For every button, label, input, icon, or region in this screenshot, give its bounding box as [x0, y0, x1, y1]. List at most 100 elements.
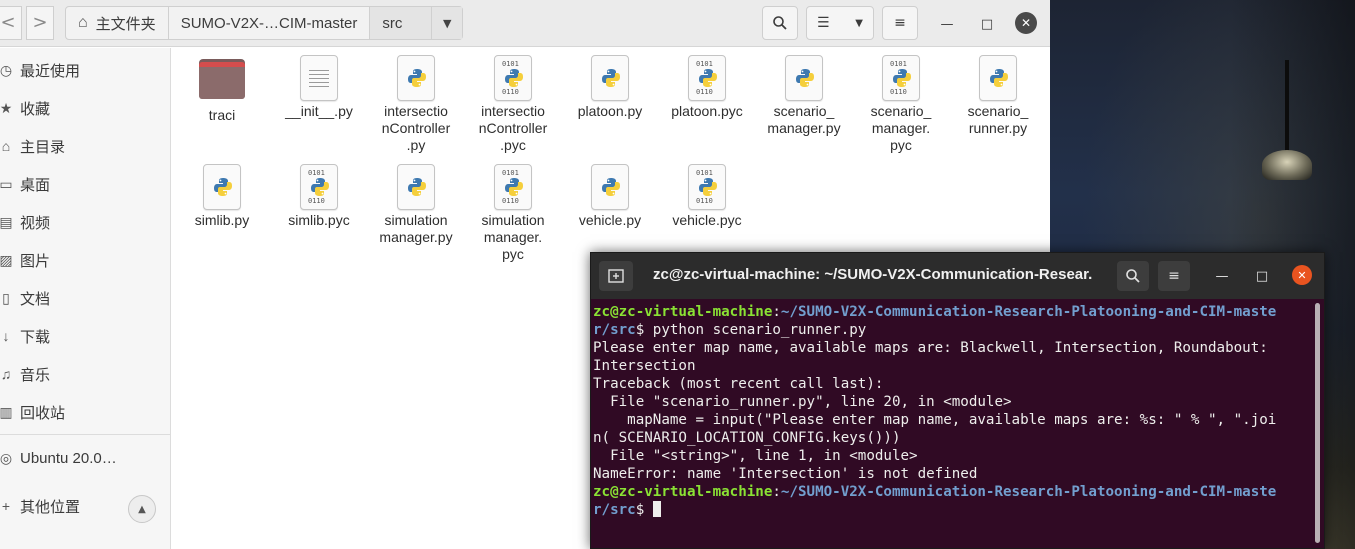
terminal-line: Intersection: [593, 357, 1313, 375]
minimize-button[interactable]: —: [935, 12, 959, 36]
python-logo-icon: [893, 69, 911, 87]
sidebar-item-other-locations[interactable]: + 其他位置: [0, 487, 171, 525]
file-item[interactable]: 0101 0110 simlib.pyc: [273, 164, 365, 229]
python-file-icon: [591, 164, 629, 210]
terminal-menu-button[interactable]: ≡: [1158, 261, 1190, 291]
file-item[interactable]: simlib.py: [176, 164, 268, 229]
python-bytecode-icon: 0101 0110: [688, 164, 726, 210]
wallpaper-lamp: [1262, 150, 1312, 180]
file-item[interactable]: traci: [176, 55, 268, 124]
sidebar-item-starred[interactable]: ★ 收藏: [0, 89, 171, 127]
file-item[interactable]: simulation manager.py: [370, 164, 462, 246]
file-item[interactable]: 0101 0110 platoon.pyc: [661, 55, 753, 120]
prompt-user: zc@zc-virtual-machine: [593, 304, 773, 320]
terminal-output[interactable]: zc@zc-virtual-machine:~/SUMO-V2X-Communi…: [593, 303, 1313, 543]
python-logo-icon: [311, 178, 329, 196]
file-item[interactable]: scenario_ manager.py: [758, 55, 850, 137]
clock-icon: ◷: [0, 61, 13, 78]
terminal-maximize-button[interactable]: □: [1251, 265, 1273, 287]
terminal-minimize-button[interactable]: —: [1211, 265, 1233, 287]
terminal-text: mapName = input("Please enter map name, …: [593, 412, 1277, 428]
new-tab-icon: [608, 269, 624, 283]
terminal-line: File "<string>", line 1, in <module>: [593, 447, 1313, 465]
back-button[interactable]: <: [0, 6, 22, 40]
home-icon: ⌂: [78, 14, 88, 31]
sidebar-item-documents[interactable]: ▯ 文档: [0, 279, 171, 317]
terminal-text: Please enter map name, available maps ar…: [593, 340, 1268, 356]
terminal-line: File "scenario_runner.py", line 20, in <…: [593, 393, 1313, 411]
file-item[interactable]: 0101 0110 simulation manager. pyc: [467, 164, 559, 263]
file-item[interactable]: scenario_ runner.py: [952, 55, 1044, 137]
breadcrumb-src[interactable]: src: [370, 7, 432, 39]
file-name: simlib.py: [194, 212, 250, 228]
terminal-line: zc@zc-virtual-machine:~/SUMO-V2X-Communi…: [593, 303, 1313, 321]
python-logo-icon: [796, 69, 814, 87]
sidebar-item-pictures[interactable]: ▨ 图片: [0, 241, 171, 279]
file-name: simulation manager.py: [379, 212, 453, 245]
prompt-path: ~/SUMO-V2X-Communication-Research-Platoo…: [780, 484, 1277, 500]
terminal-line: r/src$ python scenario_runner.py: [593, 321, 1313, 339]
view-toggle[interactable]: ☰ ▼: [806, 6, 874, 40]
new-tab-button[interactable]: [599, 261, 633, 291]
maximize-button[interactable]: □: [975, 12, 999, 36]
python-logo-icon: [602, 69, 620, 87]
breadcrumb-dropdown[interactable]: ▼: [431, 7, 462, 39]
file-name: scenario_ manager.py: [767, 103, 841, 136]
python-logo-icon: [408, 178, 426, 196]
sidebar-item-label: Ubuntu 20.0…: [20, 449, 117, 467]
terminal-line: mapName = input("Please enter map name, …: [593, 411, 1313, 429]
video-icon: ▤: [0, 213, 13, 230]
file-item[interactable]: 0101 0110 intersectio nController .pyc: [467, 55, 559, 154]
sidebar-item-label: 回收站: [20, 404, 66, 422]
search-button[interactable]: [762, 6, 798, 40]
sidebar-item-label: 图片: [20, 252, 51, 270]
sidebar-item-recent[interactable]: ◷ 最近使用: [0, 51, 171, 89]
hamburger-icon: ≡: [894, 15, 906, 31]
terminal-search-button[interactable]: [1117, 261, 1149, 291]
menu-button[interactable]: ≡: [882, 6, 918, 40]
terminal-text: Intersection: [593, 358, 696, 374]
python-bytecode-icon: 0101 0110: [882, 55, 920, 101]
sidebar-item-label: 音乐: [20, 366, 51, 384]
sidebar-item-desktop[interactable]: ▭ 桌面: [0, 165, 171, 203]
file-item[interactable]: intersectio nController .py: [370, 55, 462, 154]
python-logo-icon: [214, 178, 232, 196]
terminal-text: Traceback (most recent call last):: [593, 376, 884, 392]
file-name: intersectio nController .pyc: [478, 103, 548, 153]
python-bytecode-icon: 0101 0110: [688, 55, 726, 101]
file-item[interactable]: 0101 0110 vehicle.pyc: [661, 164, 753, 229]
python-logo-icon: [505, 69, 523, 87]
file-manager-header: < > ⌂ 主文件夹 SUMO-V2X-…CIM-master src ▼ ☰ …: [0, 0, 1050, 47]
breadcrumb-project[interactable]: SUMO-V2X-…CIM-master: [169, 7, 371, 39]
terminal-close-button[interactable]: ✕: [1292, 265, 1312, 285]
sidebar-item-label: 主目录: [20, 138, 66, 156]
file-name: scenario_ runner.py: [967, 103, 1029, 136]
star-icon: ★: [0, 99, 13, 116]
breadcrumb-label: SUMO-V2X-…CIM-master: [180, 14, 358, 32]
file-item[interactable]: vehicle.py: [564, 164, 656, 229]
sidebar-item-home[interactable]: ⌂ 主目录: [0, 127, 171, 165]
text-file-icon: [300, 55, 338, 101]
breadcrumb-home[interactable]: ⌂ 主文件夹: [66, 7, 169, 39]
sidebar-item-ubuntu-disc[interactable]: ◎ Ubuntu 20.0…: [0, 439, 171, 477]
folder-icon: [199, 59, 245, 105]
terminal-scrollbar[interactable]: [1315, 303, 1320, 543]
close-button[interactable]: ✕: [1015, 12, 1037, 34]
file-name: __init__.py: [285, 103, 353, 119]
sidebar-item-music[interactable]: ♫ 音乐: [0, 355, 171, 393]
sidebar-item-trash[interactable]: ▥ 回收站: [0, 393, 171, 431]
hamburger-icon: ≡: [1168, 268, 1180, 284]
file-item[interactable]: 0101 0110 scenario_ manager. pyc: [855, 55, 947, 154]
terminal-header: zc@zc-virtual-machine: ~/SUMO-V2X-Commun…: [591, 253, 1324, 299]
python-file-icon: [397, 55, 435, 101]
python-logo-icon: [505, 178, 523, 196]
file-item[interactable]: __init__.py: [273, 55, 365, 120]
sidebar-item-downloads[interactable]: ↓ 下载: [0, 317, 171, 355]
trash-icon: ▥: [0, 403, 13, 420]
terminal-line: n( SCENARIO_LOCATION_CONFIG.keys())): [593, 429, 1313, 447]
forward-button[interactable]: >: [26, 6, 54, 40]
document-icon: ▯: [2, 289, 10, 306]
disc-icon: ◎: [0, 449, 13, 466]
file-item[interactable]: platoon.py: [564, 55, 656, 120]
sidebar-item-videos[interactable]: ▤ 视频: [0, 203, 171, 241]
